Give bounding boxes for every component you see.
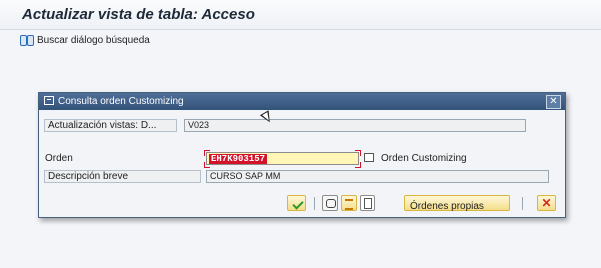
dialog-title: Consulta orden Customizing (58, 96, 184, 107)
binoculars-icon (20, 34, 34, 46)
check-icon (292, 198, 304, 210)
descripcion-breve-field: CURSO SAP MM (206, 170, 549, 183)
ordenes-propias-label: Órdenes propias (410, 201, 484, 212)
cancel-button[interactable]: ✕ (537, 195, 556, 211)
search-dialog-button[interactable]: Buscar diálogo búsqueda (20, 34, 150, 46)
continue-button[interactable] (287, 195, 306, 211)
actualizacion-vistas-label: Actualización vistas: D... (44, 119, 177, 132)
page-title: Actualizar vista de tabla: Acceso (22, 6, 255, 23)
orden-label: Orden (45, 153, 73, 164)
link-button[interactable] (322, 195, 338, 211)
ordenes-propias-button[interactable]: Órdenes propias (404, 195, 510, 212)
cancel-icon: ✕ (541, 196, 552, 210)
orden-customizing-label: Orden Customizing (381, 153, 467, 164)
actualizacion-vistas-field: V023 (184, 119, 526, 132)
customizing-request-dialog: Consulta orden Customizing ✕ Actualizaci… (38, 92, 566, 218)
new-document-button[interactable] (360, 195, 375, 211)
dialog-icon (44, 96, 54, 105)
new-document-icon (364, 198, 372, 209)
orden-input[interactable]: EH7K903157 (206, 152, 359, 165)
list-button[interactable] (341, 195, 357, 211)
close-icon[interactable]: ✕ (546, 95, 561, 109)
link-icon (326, 199, 336, 208)
application-toolbar: Buscar diálogo búsqueda (0, 30, 601, 50)
dialog-header: Consulta orden Customizing ✕ (39, 93, 565, 110)
descripcion-breve-label: Descripción breve (44, 170, 201, 183)
search-dialog-label: Buscar diálogo búsqueda (37, 34, 150, 46)
orden-value: EH7K903157 (209, 154, 268, 164)
f4-help-icon[interactable] (364, 153, 374, 162)
list-icon (345, 199, 353, 210)
title-bar: Actualizar vista de tabla: Acceso (0, 0, 601, 30)
